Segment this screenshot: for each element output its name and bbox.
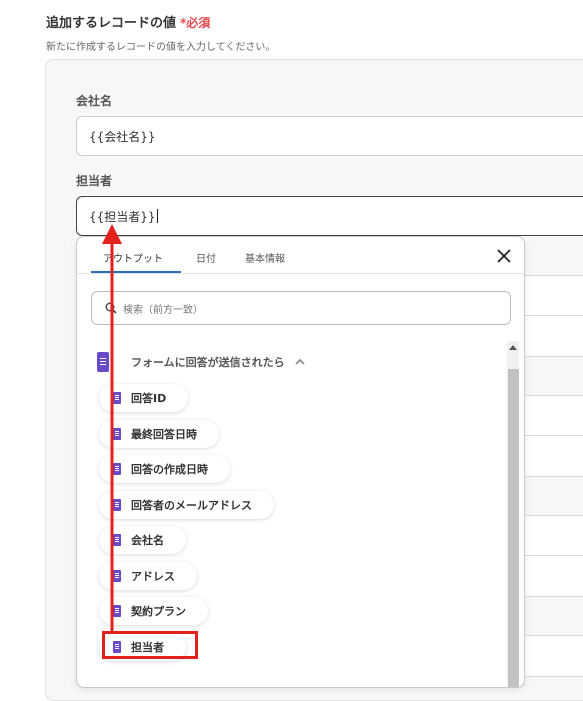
annotation-arrow-icon — [102, 224, 122, 632]
